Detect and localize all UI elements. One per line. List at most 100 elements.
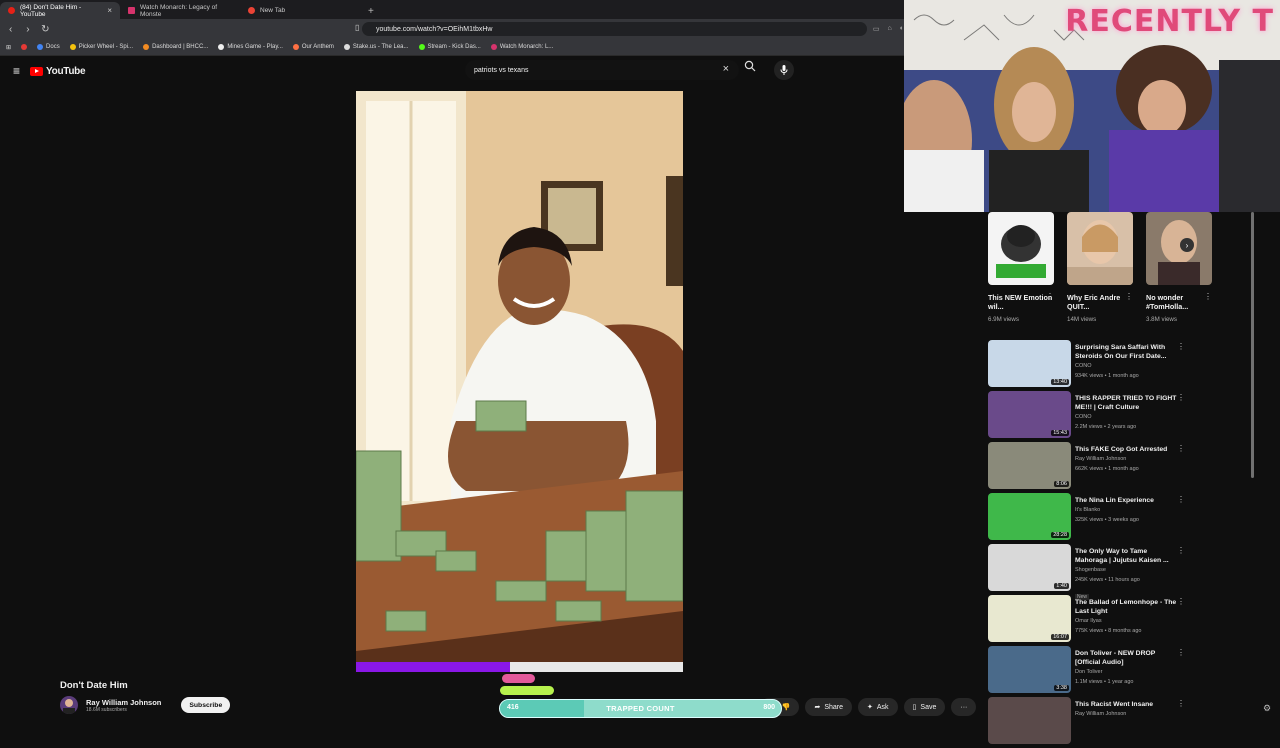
browser-tab-monarch[interactable]: Watch Monarch: Legacy of Monste <box>120 2 240 19</box>
channel-avatar[interactable] <box>60 696 78 714</box>
recommendation-channel[interactable]: It's Blanko <box>1075 505 1180 515</box>
bookmark-item[interactable]: Dashboard | BHCC... <box>143 44 208 50</box>
apps-grid-icon[interactable]: ⊞ <box>6 44 11 51</box>
bookmark-item[interactable]: Stake.us - The Lea... <box>343 44 409 50</box>
recommendation-item[interactable]: This Racist Went Insane Ray William Johns… <box>988 697 1188 748</box>
short-thumbnail[interactable] <box>1067 212 1133 285</box>
search-icon[interactable] <box>740 60 760 80</box>
reload-icon[interactable]: ↻ <box>39 24 52 35</box>
shorts-shelf: This NEW Emotion wil... 6.9M views ⋮ Why… <box>988 212 1212 323</box>
short-item[interactable]: No wonder #TomHolla... 3.8M views ⋮ <box>1146 212 1212 323</box>
recommendation-item[interactable]: 8:06 This FAKE Cop Got Arrested Ray Willia… <box>988 442 1188 493</box>
recommendation-thumbnail[interactable]: 28:28 <box>988 493 1071 540</box>
bookmark-item[interactable]: Docs <box>37 44 60 50</box>
video-owner: Ray William Johnson 18.6M subscribers Su… <box>60 696 231 714</box>
settings-gear-icon[interactable]: ⚙ <box>1263 703 1271 714</box>
recommendation-title[interactable]: The Ballad of Lemonhope - The Last Light <box>1075 598 1180 616</box>
microphone-icon[interactable] <box>774 60 794 80</box>
recommendation-title[interactable]: This FAKE Cop Got Arrested <box>1075 445 1180 454</box>
short-thumbnail[interactable] <box>1146 212 1212 285</box>
recommendation-title[interactable]: THIS RAPPER TRIED TO FIGHT ME!!! | Craft… <box>1075 394 1180 412</box>
more-options-icon[interactable]: ⋮ <box>1046 292 1054 301</box>
cast-icon[interactable]: ▭ <box>873 25 880 33</box>
recommendation-channel[interactable]: Don Toliver <box>1075 667 1180 677</box>
shorts-next-icon[interactable]: › <box>1180 238 1194 252</box>
short-title[interactable]: No wonder #TomHolla... <box>1146 293 1212 313</box>
short-thumbnail[interactable] <box>988 212 1054 285</box>
recommendation-thumbnail[interactable]: 8:06 <box>988 442 1071 489</box>
bookmark-item[interactable] <box>21 44 28 50</box>
browser-tab-newtab[interactable]: New Tab <box>240 2 360 19</box>
clear-search-icon[interactable]: × <box>723 63 729 75</box>
more-options-icon[interactable]: ⋮ <box>1177 648 1185 657</box>
short-title[interactable]: Why Eric Andre QUIT... <box>1067 293 1133 313</box>
more-options-icon[interactable]: ⋮ <box>1177 546 1185 555</box>
short-title[interactable]: This NEW Emotion wil... <box>988 293 1054 313</box>
new-tab-icon[interactable]: + <box>360 6 382 19</box>
recommendation-thumbnail[interactable]: 15:43 <box>988 391 1071 438</box>
short-item[interactable]: Why Eric Andre QUIT... 14M views ⋮ <box>1067 212 1133 323</box>
close-tab-icon[interactable]: × <box>107 6 112 15</box>
address-bar[interactable]: youtube.com/watch?v=OEihM1tbxHw <box>361 22 867 36</box>
video-actions: 👍 👎 ➦ Share ✦ Ask ▯ Save ··· <box>760 698 977 716</box>
browser-tab-youtube[interactable]: (84) Don't Date Him - YouTube × <box>0 2 120 19</box>
back-icon[interactable]: ‹ <box>4 24 17 35</box>
scrollbar[interactable] <box>1251 212 1254 478</box>
recommendation-channel[interactable]: CONO <box>1075 412 1180 422</box>
recommendation-channel[interactable]: Shogenbase <box>1075 565 1180 575</box>
recommendation-title[interactable]: This Racist Went Insane <box>1075 700 1180 709</box>
bookmark-icon[interactable]: ▯ <box>355 23 359 32</box>
recommendation-thumbnail[interactable] <box>988 697 1071 744</box>
extension-icons: ▭ ⌂ ◐ <box>873 25 904 33</box>
bookmark-item[interactable]: Picker Wheel - Spi... <box>69 44 133 50</box>
recommendation-channel[interactable]: CONO <box>1075 361 1180 371</box>
more-options-icon[interactable]: ⋮ <box>1177 444 1185 453</box>
recommendation-item[interactable]: 28:28 The Nina Lin Experience It's Blanko 3… <box>988 493 1188 544</box>
recommendation-title[interactable]: Don Toliver - NEW DROP [Official Audio] <box>1075 649 1180 667</box>
recommendation-meta: Surprising Sara Saffari With Steroids On… <box>1075 340 1180 391</box>
bookmark-item[interactable]: Our Anthem <box>292 44 334 50</box>
more-actions-button[interactable]: ··· <box>951 698 977 716</box>
short-item[interactable]: This NEW Emotion wil... 6.9M views ⋮ <box>988 212 1054 323</box>
recommendation-title[interactable]: The Nina Lin Experience <box>1075 496 1180 505</box>
more-options-icon[interactable]: ⋮ <box>1177 495 1185 504</box>
more-options-icon[interactable]: ⋮ <box>1177 597 1185 606</box>
save-button[interactable]: ▯ Save <box>903 698 946 716</box>
recommendation-thumbnail[interactable]: 13:40 <box>988 340 1071 387</box>
subscribe-button[interactable]: Subscribe <box>181 697 231 713</box>
forward-icon[interactable]: › <box>21 24 34 35</box>
video-duration: 8:06 <box>1054 481 1069 487</box>
more-options-icon[interactable]: ⋮ <box>1177 342 1185 351</box>
more-options-icon[interactable]: ⋮ <box>1125 292 1133 301</box>
video-player[interactable] <box>356 91 683 672</box>
recommendation-item[interactable]: 15:43 THIS RAPPER TRIED TO FIGHT ME!!! | … <box>988 391 1188 442</box>
bookmark-item[interactable]: Mines Game - Play... <box>218 44 283 50</box>
recommendation-title[interactable]: Surprising Sara Saffari With Steroids On… <box>1075 343 1180 361</box>
recommendation-item[interactable]: 1:40 The Only Way to Tame Mahoraga | Juju… <box>988 544 1188 600</box>
channel-name[interactable]: Ray William Johnson <box>86 698 161 707</box>
recommendation-thumbnail[interactable]: 1:40 <box>988 544 1071 591</box>
recommendation-meta: This FAKE Cop Got Arrested Ray William Jo… <box>1075 442 1180 493</box>
more-options-icon[interactable]: ⋮ <box>1204 292 1212 301</box>
recommendation-title[interactable]: The Only Way to Tame Mahoraga | Jujutsu … <box>1075 547 1180 565</box>
bookmark-item[interactable]: Watch Monarch: L... <box>490 44 553 50</box>
recommendation-item[interactable]: 3:38 Don Toliver - NEW DROP [Official Aud… <box>988 646 1188 697</box>
search-input[interactable]: patriots vs texans × <box>465 60 739 80</box>
recommendation-item[interactable]: 13:40 Surprising Sara Saffari With Steroi… <box>988 340 1188 391</box>
recommendation-channel[interactable]: Omar Ilyas <box>1075 616 1180 626</box>
menu-icon[interactable]: ≡ <box>13 64 20 78</box>
lock-icon[interactable]: ⌂ <box>888 25 892 33</box>
more-options-icon[interactable]: ⋮ <box>1177 393 1185 402</box>
recommendation-stats: 775K views • 8 months ago <box>1075 628 1142 634</box>
recommendation-thumbnail[interactable]: 3:38 <box>988 646 1071 693</box>
more-options-icon[interactable]: ⋮ <box>1177 699 1185 708</box>
recommendation-channel[interactable]: Ray William Johnson <box>1075 709 1180 719</box>
recommendation-item[interactable]: 16:07 The Ballad of Lemonhope - The Last … <box>988 595 1188 646</box>
channel-info: Ray William Johnson 18.6M subscribers <box>86 698 161 713</box>
share-button[interactable]: ➦ Share <box>805 698 852 716</box>
recommendation-thumbnail[interactable]: 16:07 <box>988 595 1071 642</box>
ask-button[interactable]: ✦ Ask <box>858 698 898 716</box>
bookmark-item[interactable]: Stream - Kick Das... <box>418 44 481 50</box>
youtube-logo[interactable]: YouTube <box>30 66 86 77</box>
recommendation-channel[interactable]: Ray William Johnson <box>1075 454 1180 464</box>
